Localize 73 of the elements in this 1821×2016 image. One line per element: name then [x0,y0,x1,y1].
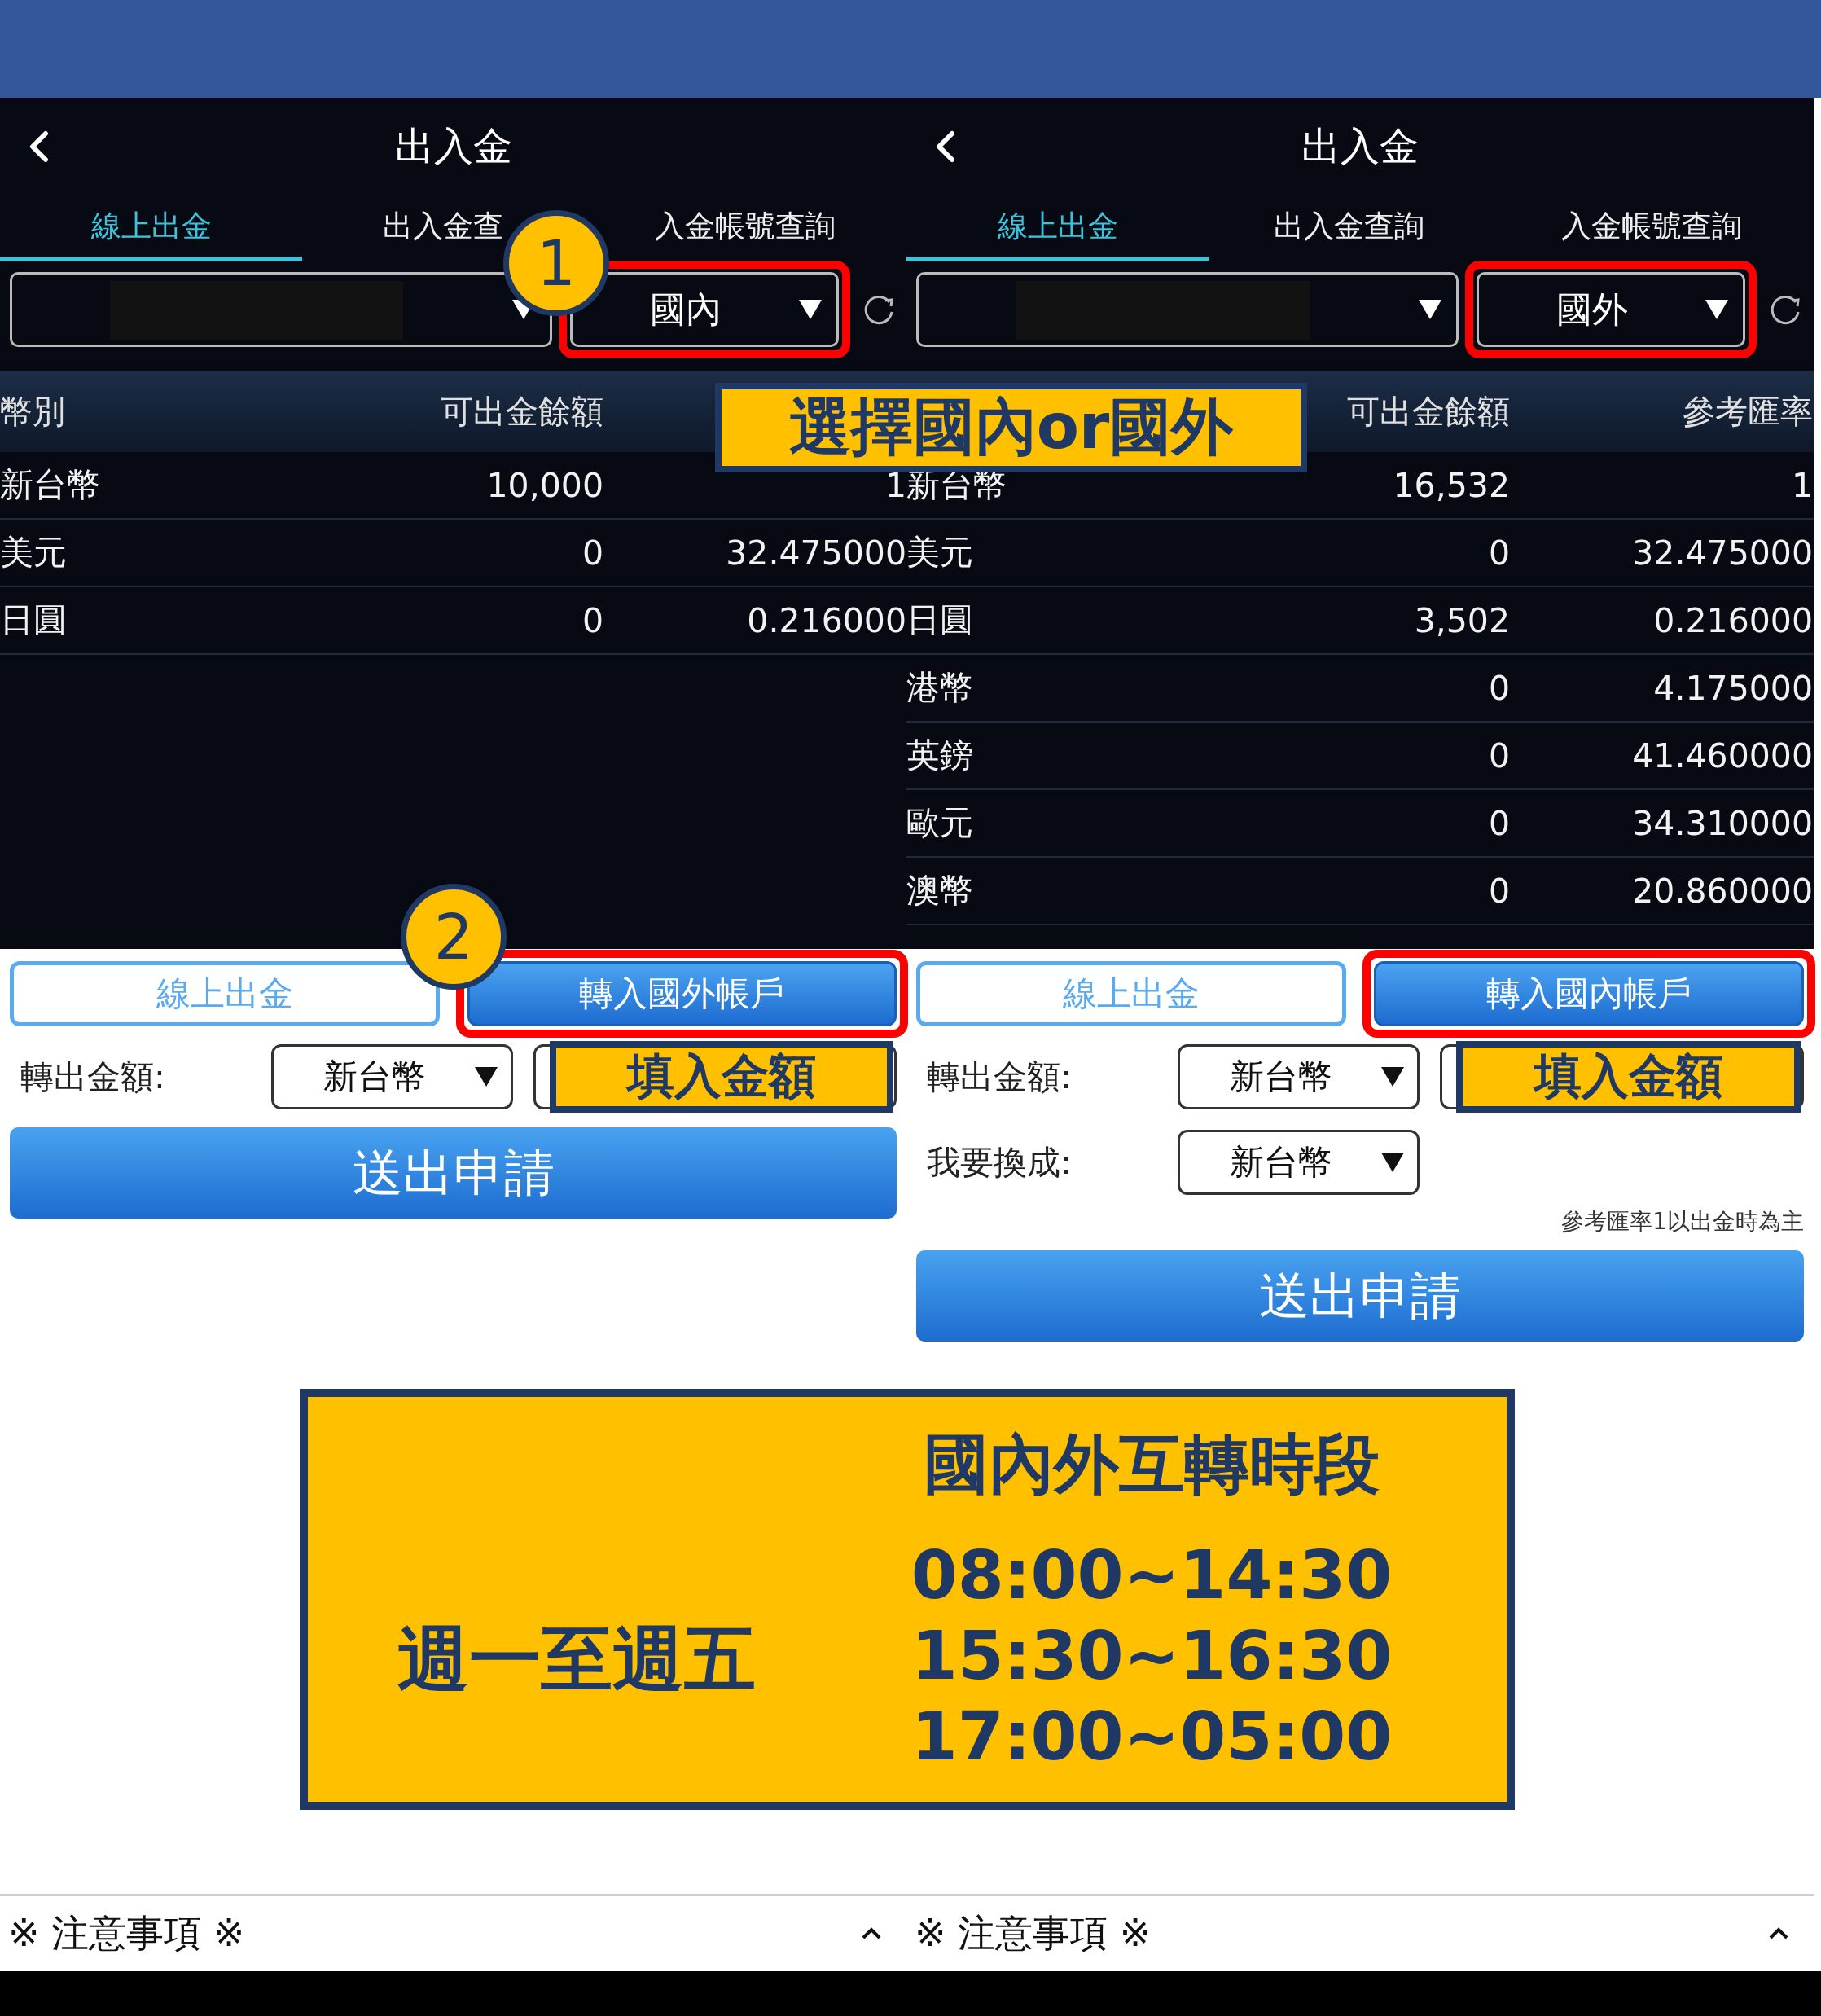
table-cell: 0 [1488,668,1510,708]
schedule-time: 17:00~05:00 [910,1697,1393,1777]
schedule-days: 週一至週五 [397,1611,756,1708]
dropdown-arrow-icon [1381,1153,1404,1172]
back-icon[interactable] [28,130,49,163]
notice-title: ※ 注意事項 ※ [8,1910,245,1957]
table-cell: 美元 [906,533,973,572]
table-cell: 0.216000 [1653,600,1813,640]
table-cell: 澳幣 [906,871,973,910]
tab[interactable]: 入金帳號查詢 [654,205,836,247]
table-cell: 日圓 [0,600,67,639]
table-cell: 32.475000 [726,533,906,573]
table-cell: 0 [1488,803,1510,843]
screen-title: 出入金 [394,122,512,170]
back-icon[interactable] [934,130,955,163]
table-cell: 10,000 [486,465,603,505]
tab[interactable]: 線上出金 [906,195,1209,261]
table-cell: 0.216000 [747,600,906,640]
dropdown-arrow-icon [1419,300,1441,319]
table-cell: 20.860000 [1632,871,1813,911]
mode-button[interactable]: 轉入國內帳戶 [1374,961,1804,1026]
submit-button[interactable]: 送出申請 [916,1250,1804,1342]
table-cell: 16,532 [1393,465,1510,505]
table-cell: 新台幣 [0,465,100,504]
currency-dropdown[interactable]: 新台幣 [1178,1044,1420,1109]
dropdown-arrow-icon [1705,300,1728,319]
column-header: 可出金餘額 [1347,392,1510,430]
currency-dropdown[interactable]: 新台幣 [1178,1130,1420,1195]
callout-tooltip: 填入金額 [1456,1041,1801,1113]
tab[interactable]: 入金帳號查詢 [1561,205,1743,247]
submit-button[interactable]: 送出申請 [10,1127,897,1219]
note-text: 參考匯率1以出金時為主 [1561,1208,1804,1235]
tab[interactable]: 出入金查 [382,205,503,247]
dropdown-arrow-icon [475,1067,498,1087]
field-label: 轉出金額: [926,1056,1073,1098]
dropdown-arrow-icon [1381,1067,1404,1087]
tab[interactable]: 線上出金 [0,195,302,261]
schedule-time: 08:00~14:30 [910,1535,1393,1615]
callout-tooltip: 填入金額 [550,1041,893,1113]
account-dropdown[interactable] [916,272,1459,347]
chevron-up-icon[interactable] [861,1927,882,1940]
table-cell: 日圓 [906,600,973,639]
table-cell: 0 [1488,871,1510,911]
schedule-time: 15:30~16:30 [910,1616,1393,1696]
table-cell: 41.460000 [1632,736,1813,775]
table-cell: 英鎊 [906,736,973,775]
table-cell: 32.475000 [1632,533,1813,573]
table-cell: 0 [581,600,603,640]
table-cell: 0 [581,533,603,573]
field-label: 轉出金額: [20,1056,166,1098]
dropdown-arrow-icon [799,300,822,319]
callout-tooltip: 選擇國內or國外 [715,383,1307,472]
tab[interactable]: 出入金查詢 [1274,205,1425,247]
notice-title: ※ 注意事項 ※ [915,1910,1152,1957]
currency-dropdown[interactable]: 新台幣 [271,1044,513,1109]
table-cell: 4.175000 [1653,668,1813,708]
mode-button[interactable]: 轉入國外帳戶 [467,961,897,1026]
table-cell: 3,502 [1414,600,1510,640]
table-cell: 港幣 [906,668,973,707]
column-header: 幣別 [0,392,65,430]
table-cell: 34.310000 [1632,803,1813,843]
field-label: 我要換成: [926,1141,1073,1184]
column-header: 可出金餘額 [441,392,603,430]
schedule-title: 國內外互轉時段 [924,1425,1380,1504]
table-cell: 歐元 [906,803,973,842]
table-cell: 0 [1488,533,1510,573]
screen-title: 出入金 [1301,122,1419,170]
table-cell: 0 [1488,736,1510,775]
table-cell: 1 [1791,465,1813,505]
table-cell: 美元 [0,533,67,572]
column-header: 參考匯率 [1683,392,1813,430]
region-dropdown[interactable]: 國外 [1477,272,1745,347]
chevron-up-icon[interactable] [1768,1927,1789,1940]
